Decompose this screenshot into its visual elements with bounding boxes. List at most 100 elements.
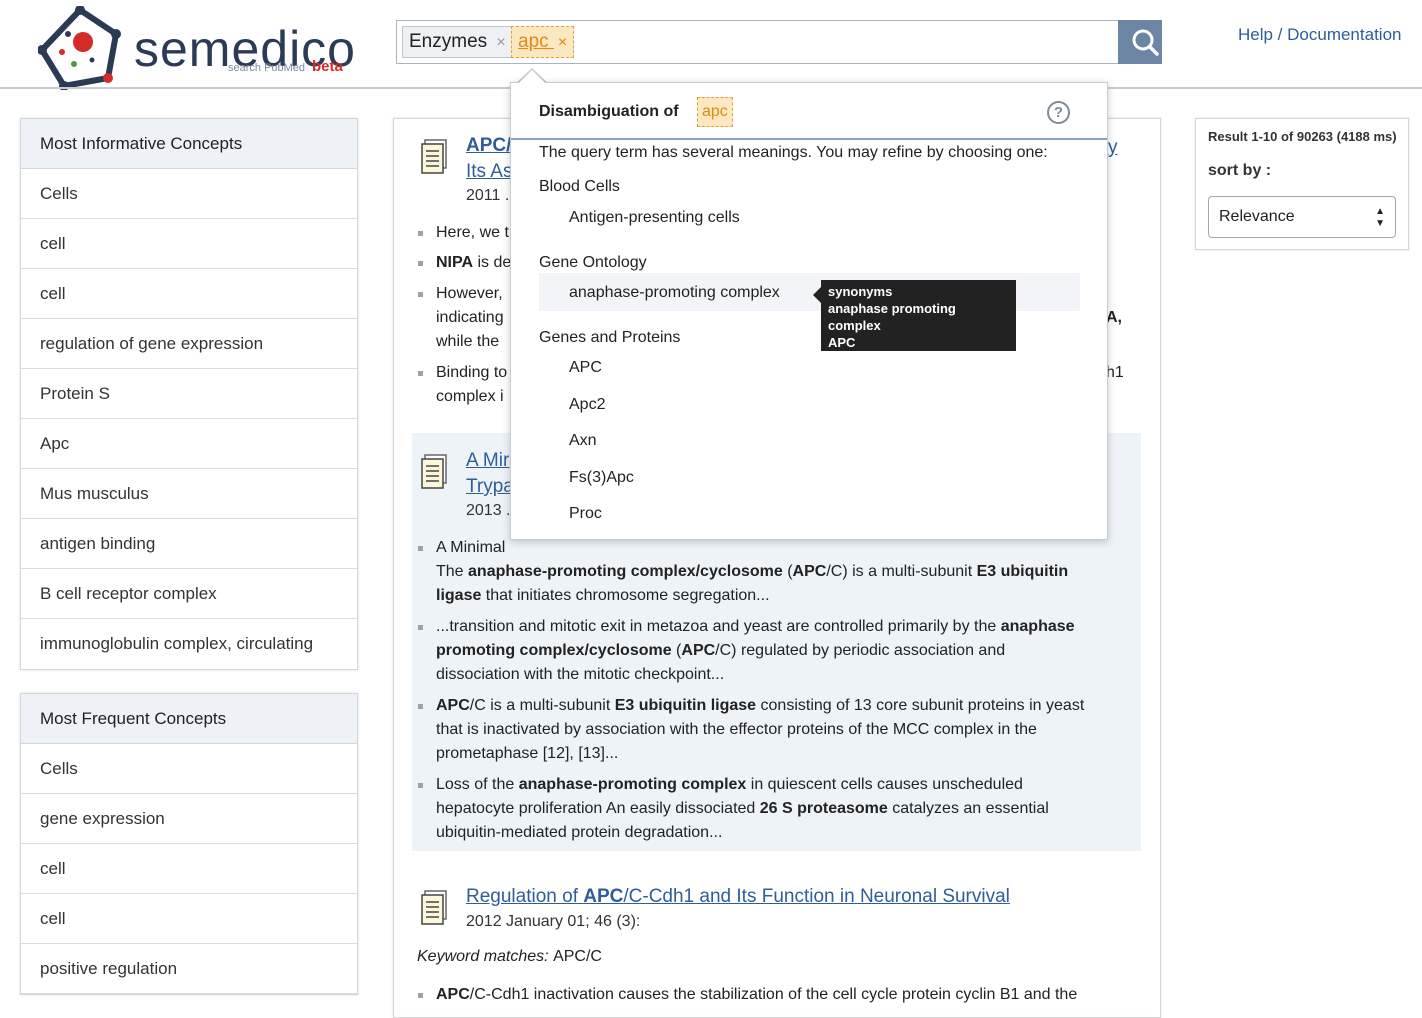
result-snippet: Loss of the anaphase-promoting complex i… — [436, 773, 1023, 798]
help-icon[interactable]: ? — [1047, 101, 1070, 124]
concept-item[interactable]: cell — [21, 219, 357, 269]
result-snippet: ...transition and mitotic exit in metazo… — [436, 615, 1075, 640]
help-documentation-link[interactable]: Help / Documentation — [1238, 25, 1401, 45]
result-snippet: Binding to — [436, 364, 508, 381]
result-snippet-tail: A, — [1106, 309, 1122, 326]
search-token-enzymes[interactable]: Enzymes × — [402, 26, 513, 58]
snippet-bold: E3 ubiquitin — [976, 563, 1069, 580]
snippet-text: consisting of 13 core subunit proteins i… — [756, 697, 1085, 714]
concept-item[interactable]: immunoglobulin complex, circulating — [21, 619, 357, 669]
result-snippet: promoting complex/cyclosome (APC/C) regu… — [436, 639, 1005, 664]
meaning-option[interactable]: Apc2 — [569, 396, 605, 414]
meaning-option[interactable]: anaphase-promoting complex — [569, 284, 780, 302]
semedico-logo[interactable]: semedico search PubMed beta — [38, 6, 358, 90]
result-snippet: dissociation with the mitotic checkpoint… — [436, 666, 725, 683]
result-snippet: The anaphase-promoting complex/cyclosome… — [436, 560, 1068, 585]
snippet-text: ( — [671, 642, 682, 659]
result-snippet: complex i — [436, 388, 504, 405]
result-count: Result 1-10 of 90263 (4188 ms) — [1208, 129, 1397, 144]
meaning-option[interactable]: Fs(3)Apc — [569, 469, 634, 487]
popup-caret-inner — [518, 70, 546, 84]
snippet-bold: anaphase-promoting complex/cyclosome — [468, 563, 783, 580]
snippet-bold: APC — [681, 642, 716, 659]
result-snippet: prometaphase [12], [13]... — [436, 745, 619, 762]
snippet-bold: E3 ubiquitin ligase — [614, 697, 757, 714]
remove-token-icon[interactable]: × — [496, 28, 505, 58]
result-date: 2013 . — [466, 502, 511, 519]
header: semedico search PubMed beta Enzymes × ap… — [0, 0, 1422, 90]
meaning-option[interactable]: APC — [569, 359, 602, 377]
popup-intro: The query term has several meanings. You… — [539, 144, 1048, 161]
snippet-text: ( — [782, 563, 793, 580]
concept-item[interactable]: cell — [21, 894, 357, 944]
snippet-text: /C-Cdh1 inactivation causes the stabiliz… — [469, 986, 1078, 1003]
remove-token-icon[interactable]: × — [558, 28, 567, 58]
keyword-value: APC/C — [553, 948, 602, 965]
sort-select[interactable]: Relevance ▲ ▼ — [1208, 196, 1396, 238]
panel-title: Most Frequent Concepts — [21, 694, 357, 744]
meaning-option[interactable]: Antigen-presenting cells — [569, 209, 740, 227]
concept-item[interactable]: cell — [21, 844, 357, 894]
result-options-panel: Result 1-10 of 90263 (4188 ms) sort by :… — [1195, 118, 1409, 250]
logo-subtext: search PubMed — [228, 62, 306, 74]
tooltip-line: cyclosome — [828, 352, 896, 367]
result-snippet: ubiquitin-mediated protein degradation..… — [436, 824, 723, 841]
snippet-text: /C) is a multi-subunit — [826, 563, 977, 580]
concept-item[interactable]: antigen binding — [21, 519, 357, 569]
bullet — [418, 231, 423, 236]
bullet — [418, 704, 423, 709]
result-snippet: NIPA is de — [436, 251, 511, 276]
result-title-end[interactable]: y — [1108, 137, 1118, 159]
concept-item[interactable]: Apc — [21, 419, 357, 469]
bullet — [418, 625, 423, 630]
result-title-line2[interactable]: Trypa — [466, 476, 514, 498]
concept-item[interactable]: positive regulation — [21, 944, 357, 994]
concept-item[interactable]: Mus musculus — [21, 469, 357, 519]
result-title[interactable]: APC/ — [466, 135, 511, 157]
bullet — [418, 546, 423, 551]
bullet — [418, 261, 423, 266]
meaning-option[interactable]: Proc — [569, 505, 602, 523]
search-input[interactable]: Enzymes × apc × — [396, 20, 1120, 64]
snippet-bold: anaphase-promoting complex — [518, 776, 747, 793]
result-title-line2[interactable]: Its As — [466, 161, 512, 183]
search-button[interactable] — [1118, 20, 1162, 64]
logo-graphic-icon — [38, 6, 121, 90]
result-snippet: Here, we t — [436, 224, 509, 241]
result-title[interactable]: A Mir — [466, 450, 509, 472]
snippet-bold: ligase — [436, 587, 482, 604]
sort-by-label: sort by : — [1208, 162, 1272, 179]
token-label: apc — [518, 31, 549, 52]
result-snippet: APC/C is a multi-subunit E3 ubiquitin li… — [436, 694, 1084, 719]
document-icon — [421, 454, 447, 489]
search-token-apc[interactable]: apc × — [511, 26, 575, 58]
result-snippet: that is inactivated by association with … — [436, 721, 1037, 738]
result-title[interactable]: Regulation of APC/C-Cdh1 and Its Functio… — [466, 886, 1010, 908]
result-snippet: APC/C-Cdh1 inactivation causes the stabi… — [436, 983, 1077, 1008]
concept-item[interactable]: gene expression — [21, 794, 357, 844]
title-text: /C-Cdh1 and Its Function in Neuronal Sur… — [623, 886, 1010, 907]
concept-item[interactable]: Protein S — [21, 369, 357, 419]
concept-item[interactable]: B cell receptor complex — [21, 569, 357, 619]
result-snippet: However, — [436, 285, 503, 302]
popup-heading: Disambiguation of — [539, 103, 679, 120]
sort-select-value: Relevance — [1219, 208, 1295, 225]
group-heading: Genes and Proteins — [539, 329, 681, 346]
bullet — [418, 371, 423, 376]
concept-item[interactable]: cell — [21, 269, 357, 319]
tooltip-title: synonyms — [828, 284, 893, 299]
concept-item[interactable]: Cells — [21, 169, 357, 219]
logo-beta: beta — [312, 58, 343, 75]
concept-item[interactable]: regulation of gene expression — [21, 319, 357, 369]
snippet-text: hepatocyte proliferation An easily disso… — [436, 800, 760, 817]
snippet-text: that initiates chromosome segregation... — [481, 587, 770, 604]
tooltip-line: anaphase promoting complex — [828, 301, 956, 333]
meaning-option[interactable]: Axn — [569, 432, 597, 450]
concept-item[interactable]: Cells — [21, 744, 357, 794]
tooltip-caret — [813, 287, 821, 303]
most-frequent-concepts-panel: Most Frequent Concepts Cells gene expres… — [20, 693, 358, 995]
snippet-bold: NIPA — [436, 254, 474, 271]
select-arrows-icon: ▲ ▼ — [1375, 206, 1385, 229]
result-snippet: indicating — [436, 309, 504, 326]
result-date: 2011 . — [466, 187, 510, 204]
